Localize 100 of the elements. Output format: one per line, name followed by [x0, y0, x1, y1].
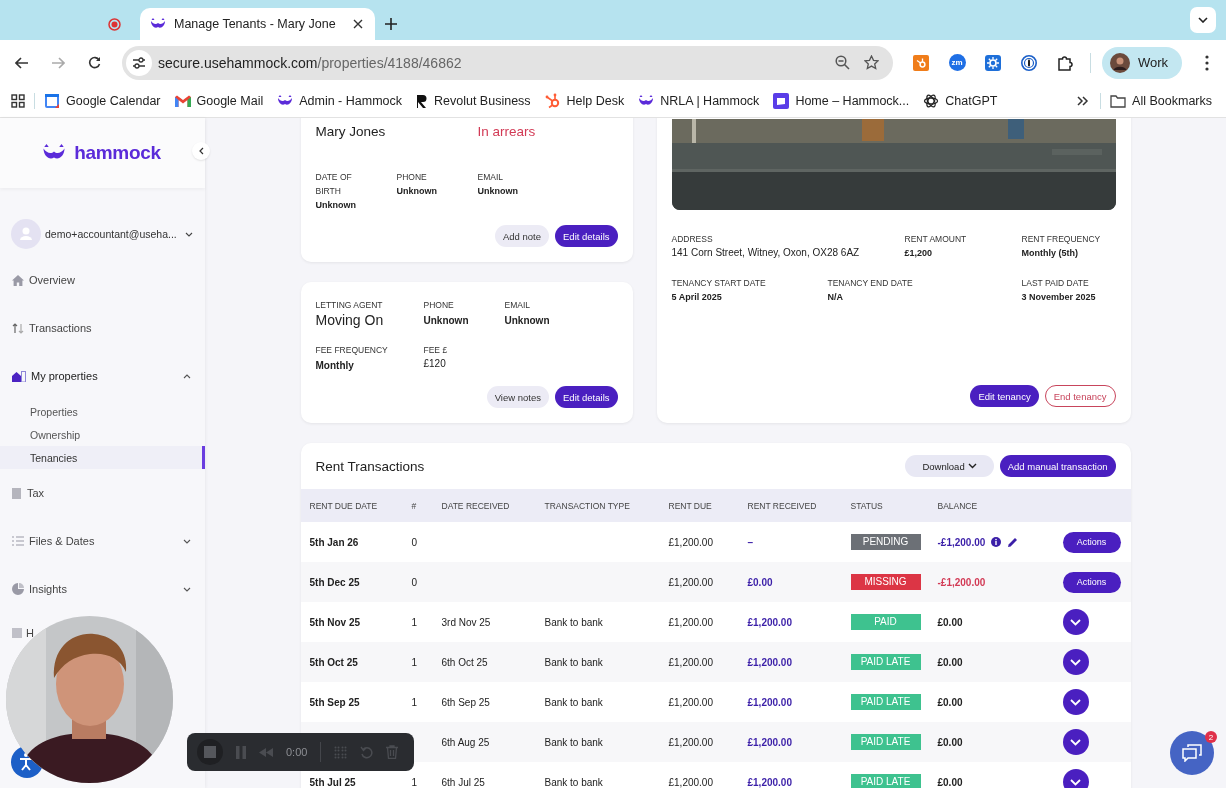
double-chevron-icon[interactable]: [1077, 96, 1090, 106]
bookmark-link[interactable]: Home – Hammock...: [773, 93, 910, 109]
action-button[interactable]: Edit tenancy: [970, 385, 1039, 407]
table-cell: 5th Oct 25: [300, 642, 403, 682]
column-header: TRANSACTION TYPE: [535, 489, 660, 522]
bookmark-link[interactable]: ChatGPT: [923, 93, 998, 109]
nav-subitem[interactable]: Properties: [0, 400, 205, 423]
field-label: PHONE: [396, 171, 428, 184]
bookmarks-folder-link[interactable]: All Bookmarks: [1110, 94, 1212, 108]
puzzle-icon[interactable]: [1057, 54, 1073, 71]
field-label: LETTING AGENT: [315, 299, 384, 312]
keyhole-icon[interactable]: [1021, 54, 1037, 71]
action-button[interactable]: Edit details: [555, 225, 618, 247]
reload-icon[interactable]: [87, 56, 101, 69]
hammock-logo-icon: [277, 95, 294, 107]
nav-subitem[interactable]: Ownership: [0, 423, 205, 446]
knot-icon: [923, 93, 940, 109]
column-header: RENT RECEIVED: [738, 489, 842, 522]
account-menu[interactable]: demo+accountant@useha...: [11, 219, 193, 249]
actions-button[interactable]: Actions: [1062, 531, 1121, 553]
zoom-out-icon[interactable]: [835, 55, 850, 70]
mail-icon: [174, 95, 191, 107]
column-header: #: [402, 489, 433, 522]
nav-item[interactable]: My properties: [0, 352, 205, 400]
download-button[interactable]: Download: [905, 455, 994, 477]
status-badge: PAID LATE: [850, 694, 921, 710]
nav-item[interactable]: Transactions: [0, 304, 205, 352]
field-value: 5 April 2025: [671, 291, 723, 304]
nav-item[interactable]: Files & Dates: [0, 517, 205, 565]
action-button[interactable]: End tenancy: [1044, 385, 1116, 407]
hammock-logo[interactable]: hammock: [40, 142, 161, 164]
expand-button[interactable]: [1062, 689, 1089, 715]
bookmark-link[interactable]: Revolut Business: [416, 94, 531, 108]
close-icon[interactable]: [353, 19, 363, 29]
bookmark-link[interactable]: Help Desk: [544, 93, 625, 109]
pencil-icon[interactable]: [1007, 536, 1019, 548]
column-header: RENT DUE DATE: [300, 489, 403, 522]
status-badge: PAID LATE: [850, 774, 921, 788]
address-bar[interactable]: secure.usehammock.com/properties/4188/46862: [122, 45, 893, 80]
star-icon[interactable]: [864, 55, 879, 70]
expand-button[interactable]: [1062, 649, 1089, 675]
table-cell: 0: [402, 522, 433, 562]
chevron-down-icon: [1070, 658, 1081, 666]
recording-time: 0:00: [286, 746, 308, 758]
info-icon[interactable]: [991, 537, 1002, 547]
apps-grid-icon[interactable]: [11, 94, 25, 108]
sprocket-icon[interactable]: [913, 54, 929, 71]
grid-dots-icon[interactable]: [334, 745, 348, 759]
action-button[interactable]: View notes: [486, 386, 549, 408]
bookmark-link[interactable]: Google Calendar: [44, 93, 161, 109]
expand-button[interactable]: [1062, 769, 1089, 788]
bookmark-link[interactable]: Google Mail: [174, 94, 264, 108]
tune-icon[interactable]: [132, 56, 146, 69]
hammock-logo-icon: [638, 95, 655, 107]
action-button[interactable]: Add manual transaction: [999, 455, 1116, 477]
nav-subitem[interactable]: Tenancies: [0, 446, 205, 469]
table-cell: £1,200.00: [738, 602, 842, 642]
tenant-name: Mary Jones: [315, 124, 387, 140]
nav-item[interactable]: Tax: [0, 469, 205, 517]
table-cell: £1,200.00: [738, 762, 842, 788]
new-tab-icon[interactable]: [385, 18, 397, 30]
actions-button[interactable]: Actions: [1062, 571, 1121, 593]
hammock-logo-icon: [150, 18, 166, 30]
field-label: TENANCY START DATE: [671, 277, 767, 290]
field-label: EMAIL: [477, 171, 504, 184]
bookmark-link[interactable]: Admin - Hammock: [277, 94, 402, 108]
action-button[interactable]: Add note: [494, 225, 549, 247]
action-button[interactable]: Edit details: [555, 386, 618, 408]
back-icon[interactable]: [15, 56, 29, 69]
status-badge: MISSING: [850, 574, 921, 590]
column-header: BALANCE: [928, 489, 1044, 522]
chat-bubbles-icon: [1182, 744, 1202, 762]
house-icon: [12, 370, 26, 382]
document-icon: [12, 487, 22, 499]
nav-item[interactable]: Overview: [0, 256, 205, 304]
calendar-icon: [44, 93, 60, 109]
browser-tab[interactable]: Manage Tenants - Mary Jone: [140, 8, 375, 40]
nav-item[interactable]: Insights: [0, 565, 205, 613]
menu-icon[interactable]: [1205, 54, 1209, 71]
field-label: LAST PAID DATE: [1021, 277, 1090, 290]
sprocket-icon: [544, 93, 561, 109]
revolut-icon: [416, 94, 428, 108]
expand-button[interactable]: [1062, 609, 1089, 635]
tab-search-button[interactable]: [1190, 7, 1216, 33]
profile-button[interactable]: Work: [1102, 46, 1182, 79]
table-cell: Bank to bank: [535, 762, 660, 788]
nav-item[interactable]: H: [0, 626, 34, 639]
field-label: EMAIL: [504, 299, 531, 312]
field-label: FEE £: [423, 344, 449, 357]
expand-button[interactable]: [1062, 729, 1089, 755]
field-label: ADDRESS: [671, 233, 714, 246]
bookmark-link[interactable]: NRLA | Hammock: [638, 94, 760, 108]
chevron-down-icon: [1070, 738, 1081, 746]
pie-chart-icon: [12, 583, 24, 595]
field-label: TENANCY END DATE: [827, 277, 914, 290]
gear-icon[interactable]: [985, 54, 1001, 71]
zoom-extension-icon[interactable]: zm: [948, 54, 966, 71]
chevron-down-icon: [1070, 618, 1081, 626]
sort-arrows-icon: [12, 322, 24, 334]
url-text: secure.usehammock.com/properties/4188/46862: [158, 54, 463, 71]
